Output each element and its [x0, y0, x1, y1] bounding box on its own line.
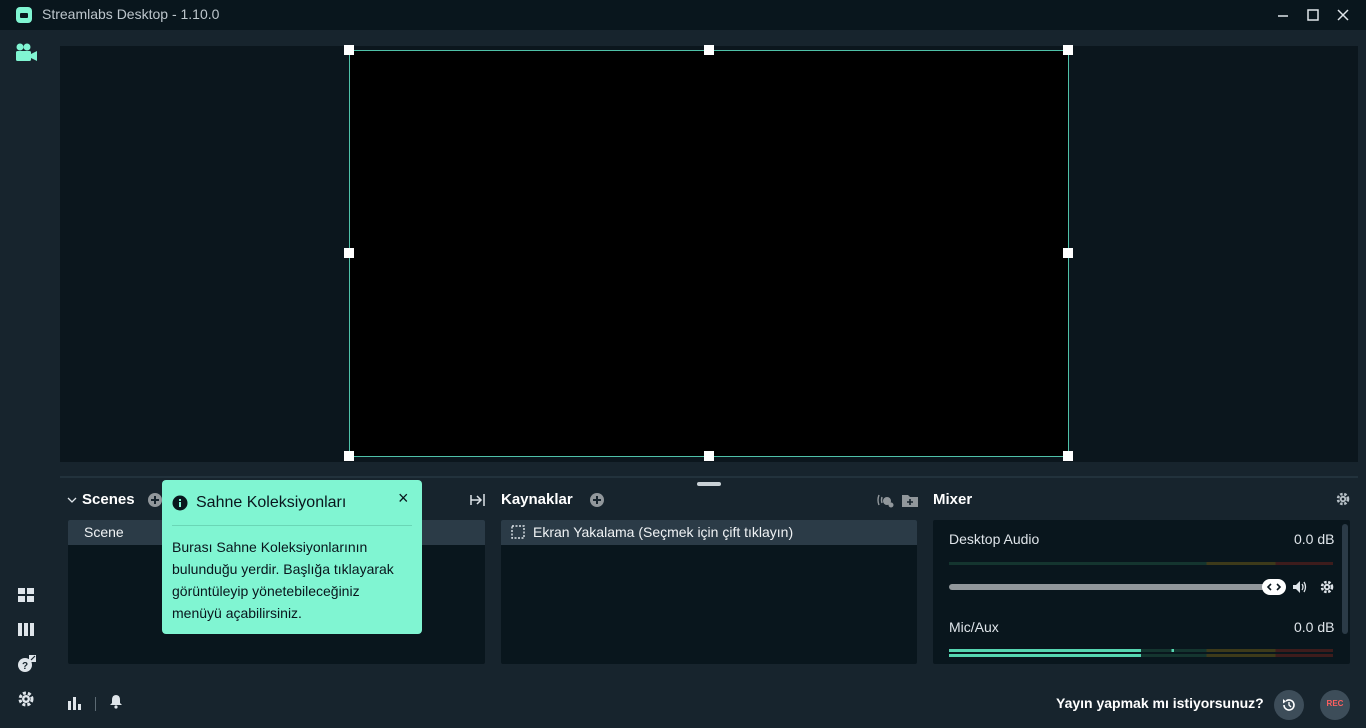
screen-capture-icon [511, 525, 525, 539]
record-button[interactable]: REC [1320, 690, 1350, 720]
volume-meter [949, 654, 1333, 657]
info-icon [172, 495, 188, 511]
sources-title: Kaynaklar [501, 491, 573, 508]
resize-handle-top[interactable] [704, 45, 714, 55]
resize-grip[interactable] [697, 482, 721, 486]
resize-handle-top-right[interactable] [1063, 45, 1073, 55]
mixer-channel-level: 0.0 dB [1294, 531, 1335, 547]
tooltip-divider [172, 525, 412, 526]
source-item-label: Ekran Yakalama (Seçmek için çift tıklayı… [533, 524, 794, 540]
nav-settings[interactable] [16, 689, 36, 709]
nav-layout-editor[interactable] [16, 585, 36, 605]
preview-canvas[interactable] [349, 50, 1069, 457]
volume-slider-handle[interactable] [1262, 579, 1286, 595]
nav-help[interactable]: ? [16, 654, 36, 674]
volume-meter [949, 562, 1333, 565]
mixer-channel-name: Mic/Aux [949, 619, 999, 635]
source-item[interactable]: Ekran Yakalama (Seçmek için çift tıklayı… [501, 520, 917, 545]
add-scene-icon[interactable] [147, 492, 163, 508]
collapse-icon[interactable] [469, 492, 487, 508]
mixer-channel-level: 0.0 dB [1294, 619, 1335, 635]
record-label: REC [1326, 699, 1344, 708]
close-button[interactable] [1332, 4, 1354, 26]
drag-handle-icon [1266, 583, 1282, 591]
nav-theme-audit[interactable] [16, 620, 36, 640]
resize-handle-top-left[interactable] [344, 45, 354, 55]
tooltip-close-button[interactable]: × [398, 488, 409, 509]
bell-icon[interactable] [108, 693, 124, 709]
mixer-title: Mixer [933, 491, 973, 508]
layout-icon [18, 588, 34, 602]
minimize-icon [1278, 15, 1288, 17]
scene-item-label: Scene [84, 524, 124, 540]
volume-meter [949, 649, 1333, 652]
svg-text:?: ? [22, 661, 28, 672]
chevron-down-icon[interactable] [67, 495, 77, 505]
mixer-scrollbar[interactable] [1342, 524, 1348, 634]
stats-icon[interactable] [66, 695, 84, 711]
resize-handle-left[interactable] [344, 248, 354, 258]
footer-divider [95, 697, 96, 711]
channel-settings-icon[interactable] [1319, 579, 1335, 595]
help-icon: ? [18, 655, 36, 672]
maximize-button[interactable] [1302, 4, 1324, 26]
video-camera-icon [16, 43, 37, 61]
close-icon [1337, 9, 1349, 21]
left-nav: ? [0, 30, 52, 728]
resize-handle-bottom-left[interactable] [344, 451, 354, 461]
tooltip-title: Sahne Koleksiyonları [196, 494, 347, 511]
onboarding-tooltip: Sahne Koleksiyonları × Burası Sahne Kole… [162, 480, 422, 634]
resize-handle-bottom-right[interactable] [1063, 451, 1073, 461]
app-logo-icon [16, 7, 32, 23]
panel-divider [60, 476, 1358, 478]
replay-buffer-button[interactable] [1274, 690, 1304, 720]
speaker-icon[interactable] [1291, 579, 1309, 595]
mixer-settings-icon[interactable] [1335, 491, 1351, 507]
maximize-icon [1307, 9, 1319, 21]
settings-icon [18, 691, 34, 707]
columns-icon [18, 623, 34, 636]
add-source-icon[interactable] [589, 492, 605, 508]
replay-icon [1283, 699, 1295, 711]
go-live-prompt[interactable]: Yayın yapmak mı istiyorsunuz? [1056, 695, 1264, 711]
sources-list: Ekran Yakalama (Seçmek için çift tıklayı… [501, 520, 917, 664]
resize-handle-right[interactable] [1063, 248, 1073, 258]
tooltip-body: Burası Sahne Koleksiyonlarının bulunduğu… [172, 539, 394, 621]
title-bar: Streamlabs Desktop - 1.10.0 [0, 0, 1366, 30]
nav-studio-mode[interactable] [14, 42, 38, 62]
mixer-channel-name: Desktop Audio [949, 531, 1040, 547]
minimize-button[interactable] [1272, 4, 1294, 26]
window-title: Streamlabs Desktop - 1.10.0 [42, 6, 220, 22]
resize-handle-bottom[interactable] [704, 451, 714, 461]
audio-filter-icon[interactable] [876, 492, 894, 508]
volume-slider[interactable] [949, 584, 1267, 590]
add-folder-icon[interactable] [901, 492, 919, 508]
scenes-title[interactable]: Scenes [82, 491, 135, 508]
